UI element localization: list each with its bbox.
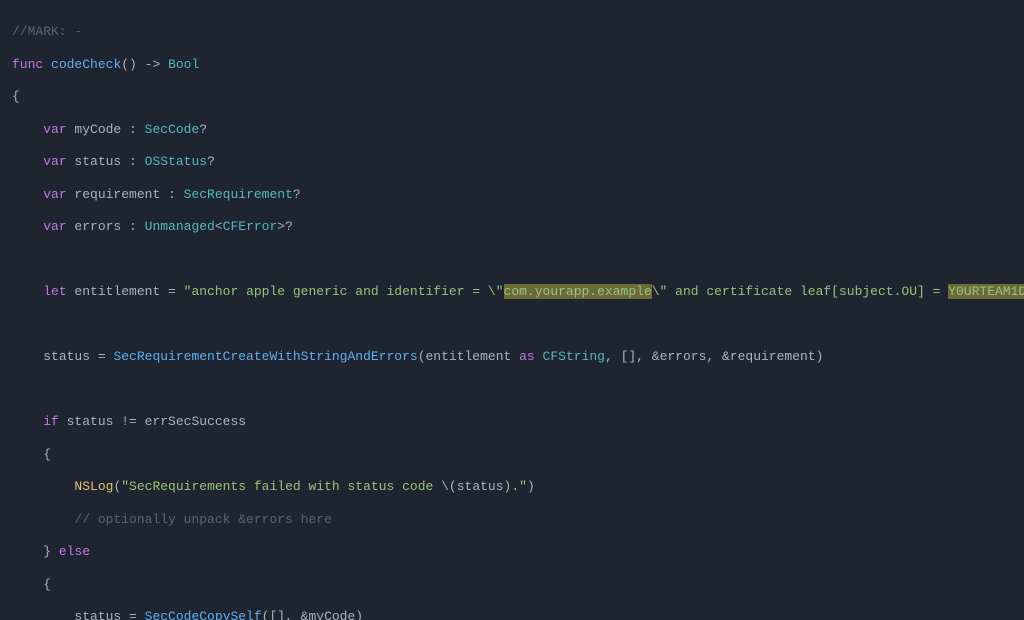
code-line: status = SecCodeCopySelf([], &myCode) — [12, 609, 1012, 620]
code-line: let entitlement = "anchor apple generic … — [12, 284, 1012, 300]
highlighted-bundle-id: com.yourapp.example — [504, 284, 652, 299]
code-line: status = SecRequirementCreateWithStringA… — [12, 349, 1012, 365]
code-line: var requirement : SecRequirement? — [12, 187, 1012, 203]
code-line: var errors : Unmanaged<CFError>? — [12, 219, 1012, 235]
code-line: { — [12, 447, 1012, 463]
keyword-func: func — [12, 57, 43, 72]
code-line: { — [12, 89, 1012, 105]
code-line: func codeCheck() -> Bool — [12, 57, 1012, 73]
comment: //MARK: - — [12, 24, 82, 39]
code-line: { — [12, 577, 1012, 593]
code-line: //MARK: - — [12, 24, 1012, 40]
blank-line — [12, 252, 1012, 268]
blank-line — [12, 317, 1012, 333]
code-editor-view: //MARK: - func codeCheck() -> Bool { var… — [0, 0, 1024, 620]
function-name: codeCheck — [51, 57, 121, 72]
code-line: // optionally unpack &errors here — [12, 512, 1012, 528]
code-line: NSLog("SecRequirements failed with statu… — [12, 479, 1012, 495]
highlighted-team-id: Y0URTEAM1D — [948, 284, 1024, 299]
return-type: Bool — [168, 57, 199, 72]
code-line: var myCode : SecCode? — [12, 122, 1012, 138]
blank-line — [12, 382, 1012, 398]
code-line: if status != errSecSuccess — [12, 414, 1012, 430]
code-line: } else — [12, 544, 1012, 560]
code-line: var status : OSStatus? — [12, 154, 1012, 170]
